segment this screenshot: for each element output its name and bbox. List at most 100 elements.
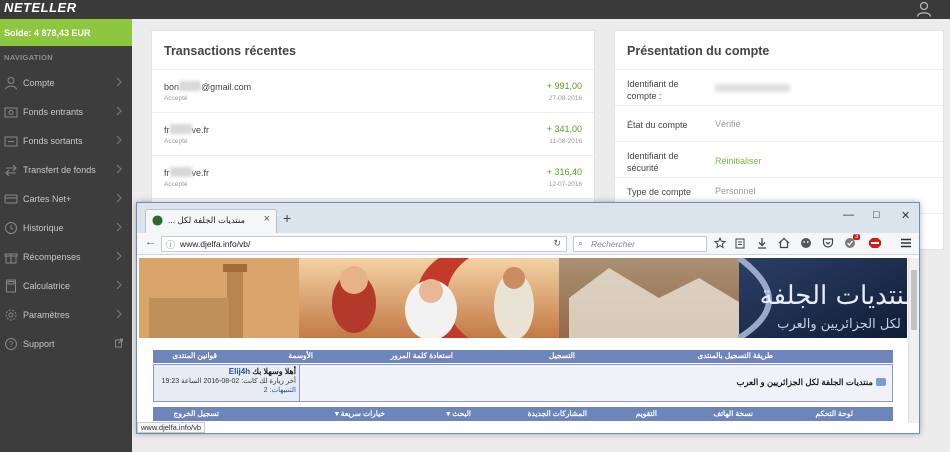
row-label: Identifiant de sécurité (627, 151, 679, 173)
url-text: www.djelfa.info/vb/ (180, 239, 251, 249)
chevron-right-icon (116, 309, 122, 319)
external-link-icon (115, 338, 123, 348)
adblock-icon[interactable] (868, 237, 882, 249)
redacted-text (169, 124, 192, 134)
nav-list: Compte Fonds entrants Fonds sortants Transf… (0, 68, 132, 358)
top-bar: NETELLER (0, 0, 950, 19)
vertical-scrollbar[interactable] (908, 258, 919, 423)
redacted-value (715, 84, 790, 92)
sidebar-item-transfert-de-fonds[interactable]: Transfert de fonds (0, 155, 132, 184)
tab-bar: منتديات الجلفة لكل ... × + — □ ✕ (137, 203, 919, 233)
clock-icon (5, 221, 17, 234)
withdraw-icon (4, 136, 18, 146)
page-content: منتديات الجلفة لكل الجزائريين والعرب طري… (137, 256, 919, 433)
sidebar-item-fonds-sortants[interactable]: Fonds sortants (0, 126, 132, 155)
close-window-icon[interactable]: ✕ (901, 209, 910, 222)
nav-medals[interactable]: الأوسمة (288, 351, 313, 360)
sidebar-item-param-tres[interactable]: Paramètres (0, 300, 132, 329)
nav-recover-password[interactable]: استعادة كلمة المرور (391, 351, 453, 360)
transaction-list: bon @gmail.com Accepté + 991,00 27-08-2016 fr… (152, 70, 594, 199)
tab-title: منتديات الجلفة لكل ... (168, 215, 246, 225)
home-icon[interactable] (778, 237, 790, 249)
nav-logout[interactable]: تسجيل الخروج (174, 409, 219, 418)
card-title: Transactions récentes (152, 31, 594, 70)
scrollbar-thumb[interactable] (911, 270, 917, 330)
sidebar-item-historique[interactable]: Historique (0, 213, 132, 242)
back-icon[interactable]: ← (145, 236, 156, 248)
welcome-line: أهلا وسهلا بك Elij4h (157, 367, 296, 376)
forum-title[interactable]: منتديات الجلفة لكل الجزائريين و العرب (736, 377, 886, 388)
address-bar[interactable]: ⓘ www.djelfa.info/vb/ ↻ (161, 236, 567, 252)
nav-quick-options[interactable]: خيارات سريعة ▾ (335, 409, 385, 418)
gift-icon (4, 253, 18, 263)
transaction-amount: + 316,40 (546, 167, 582, 177)
sidebar-item-cartes-net-[interactable]: Cartes Net+ (0, 184, 132, 213)
browser-window: منتديات الجلفة لكل ... × + — □ ✕ ← ⓘ www… (136, 202, 920, 434)
nav-search[interactable]: البحث ▾ (446, 409, 471, 418)
forum-bottom-nav: لوحة التحكم نسخة الهاتف التقويم المشاركا… (153, 407, 893, 421)
neteller-logo[interactable]: NETELLER (4, 0, 77, 15)
transaction-row[interactable]: fr ve.fr Accepté + 341,00 11-08-2016 (152, 113, 594, 156)
nav-registration-guide[interactable]: طريقة التسجيل بالمنتدى (697, 351, 773, 360)
row-value: Vérifié (715, 119, 741, 129)
sidebar-item-label: Fonds sortants (23, 135, 83, 146)
redacted-text (179, 81, 202, 91)
transaction-row[interactable]: bon @gmail.com Accepté + 991,00 27-08-2016 (152, 70, 594, 113)
minimize-icon[interactable]: — (843, 209, 854, 221)
reset-link[interactable]: Réinitialiser (715, 156, 762, 166)
username-link[interactable]: Elij4h (229, 367, 250, 376)
maximize-icon[interactable]: □ (873, 209, 880, 221)
menu-icon[interactable] (900, 237, 912, 249)
nav-forum-rules[interactable]: قوانين المنتدى (172, 351, 217, 360)
notification-badge: 3 (853, 234, 861, 240)
sidebar-item-label: Compte (23, 77, 55, 88)
nav-mobile-version[interactable]: نسخة الهاتف (713, 409, 753, 418)
sidebar-item-label: Récompenses (23, 251, 81, 262)
search-icon: ⌕ (578, 238, 584, 248)
chevron-right-icon (116, 135, 122, 145)
transaction-row[interactable]: fr ve.fr Accepté + 316,40 12-07-2016 (152, 156, 594, 199)
favicon-icon (152, 215, 163, 226)
nav-heading: NAVIGATION (4, 53, 53, 62)
sidebar-item-calculatrice[interactable]: Calculatrice (0, 271, 132, 300)
nav-new-posts[interactable]: المشاركات الجديدة (528, 409, 587, 418)
redacted-text (169, 167, 192, 177)
card-icon (4, 194, 18, 203)
browser-tab[interactable]: منتديات الجلفة لكل ... × (145, 209, 277, 233)
sidebar-item-support[interactable]: ? Support (0, 329, 132, 358)
status-bar-url: www.djelfa.info/vb (137, 422, 206, 433)
chevron-right-icon (116, 193, 122, 203)
sidebar-item-fonds-entrants[interactable]: Fonds entrants (0, 97, 132, 126)
sidebar-item-label: Paramètres (23, 309, 70, 320)
user-icon[interactable] (916, 1, 932, 17)
reading-list-icon[interactable] (734, 237, 746, 249)
new-tab-button[interactable]: + (283, 210, 291, 226)
chevron-right-icon (116, 251, 122, 261)
bookmark-star-icon[interactable] (714, 237, 726, 249)
welcome-box: أهلا وسهلا بك Elij4h آخر زيارة لك كانت: … (154, 365, 300, 401)
download-icon[interactable] (756, 237, 768, 249)
nav-control-panel[interactable]: لوحة التحكم (815, 409, 853, 418)
info-icon[interactable]: ⓘ (166, 238, 175, 251)
forum-top-nav: طريقة التسجيل بالمنتدى التسجيل استعادة ك… (153, 350, 893, 363)
emoji-icon[interactable] (800, 237, 812, 249)
row-label: Type de compte (627, 187, 692, 197)
email-start: bon (164, 82, 180, 92)
sidebar-item-compte[interactable]: Compte (0, 68, 132, 97)
search-placeholder: Rechercher (591, 239, 635, 249)
recent-transactions-card: Transactions récentes bon @gmail.com Accep… (151, 30, 595, 210)
sidebar-item-label: Fonds entrants (23, 106, 84, 117)
chevron-right-icon (116, 106, 122, 116)
welcome-prefix: أهلا وسهلا بك (252, 367, 296, 376)
forum-header-box: أهلا وسهلا بك Elij4h آخر زيارة لك كانت: … (153, 364, 893, 402)
pocket-icon[interactable] (822, 237, 834, 249)
nav-calendar[interactable]: التقويم (636, 409, 657, 418)
sidebar-item-r-compenses[interactable]: Récompenses (0, 242, 132, 271)
sidebar-item-label: Support (23, 338, 55, 349)
reload-icon[interactable]: ↻ (553, 238, 561, 249)
notifications-link[interactable]: التنبيهات: 2 (157, 386, 296, 394)
search-input[interactable]: ⌕ Rechercher (573, 236, 707, 252)
nav-register[interactable]: التسجيل (549, 351, 575, 360)
close-tab-icon[interactable]: × (264, 213, 270, 225)
transaction-status: Accepté (164, 95, 188, 102)
